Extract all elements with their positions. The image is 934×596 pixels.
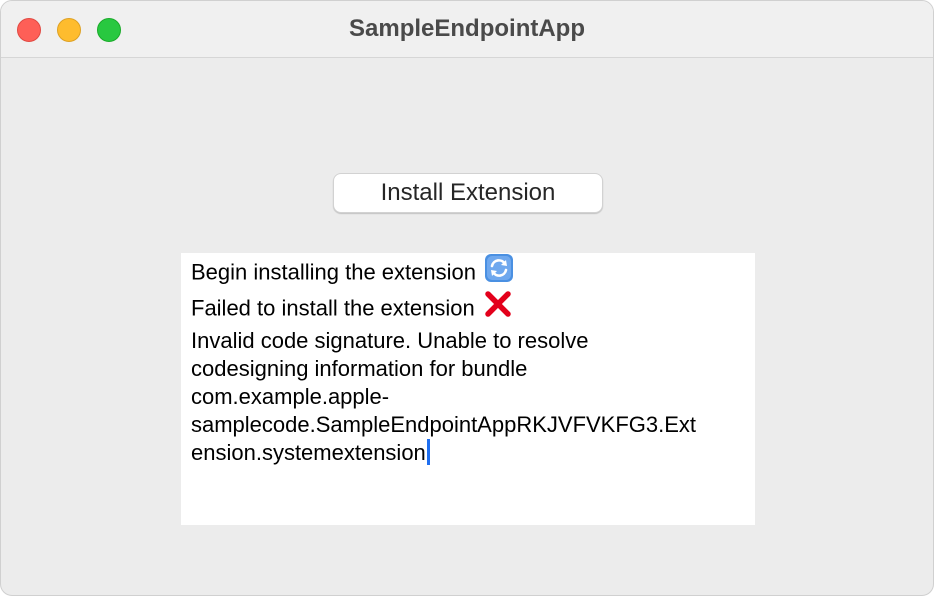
- log-line-begin-text: Begin installing the extension: [191, 259, 476, 285]
- log-error-line: com.example.apple-: [191, 384, 390, 409]
- log-line-begin: Begin installing the extension: [191, 253, 745, 292]
- log-line-failed: Failed to install the extension: [191, 290, 745, 327]
- text-cursor: [426, 439, 430, 466]
- cross-mark-icon: [483, 290, 513, 325]
- refresh-icon: [484, 253, 514, 290]
- log-line-failed-text: Failed to install the extension: [191, 295, 475, 321]
- install-extension-button[interactable]: Install Extension: [333, 173, 603, 213]
- app-window: SampleEndpointApp Install Extension Begi…: [0, 0, 934, 596]
- log-error-line-last: ension.systemextension: [191, 439, 745, 467]
- log-error-line: Invalid code signature. Unable to resolv…: [191, 328, 589, 353]
- window-title: SampleEndpointApp: [349, 15, 585, 42]
- log-error-line: samplecode.SampleEndpointAppRKJVFVKFG3.E…: [191, 412, 697, 437]
- log-text-view[interactable]: Begin installing the extension Failed to…: [181, 253, 755, 525]
- log-error-line-text: ension.systemextension: [191, 440, 426, 465]
- log-error-line: codesigning information for bundle: [191, 356, 528, 381]
- title-bar[interactable]: SampleEndpointApp: [1, 1, 933, 58]
